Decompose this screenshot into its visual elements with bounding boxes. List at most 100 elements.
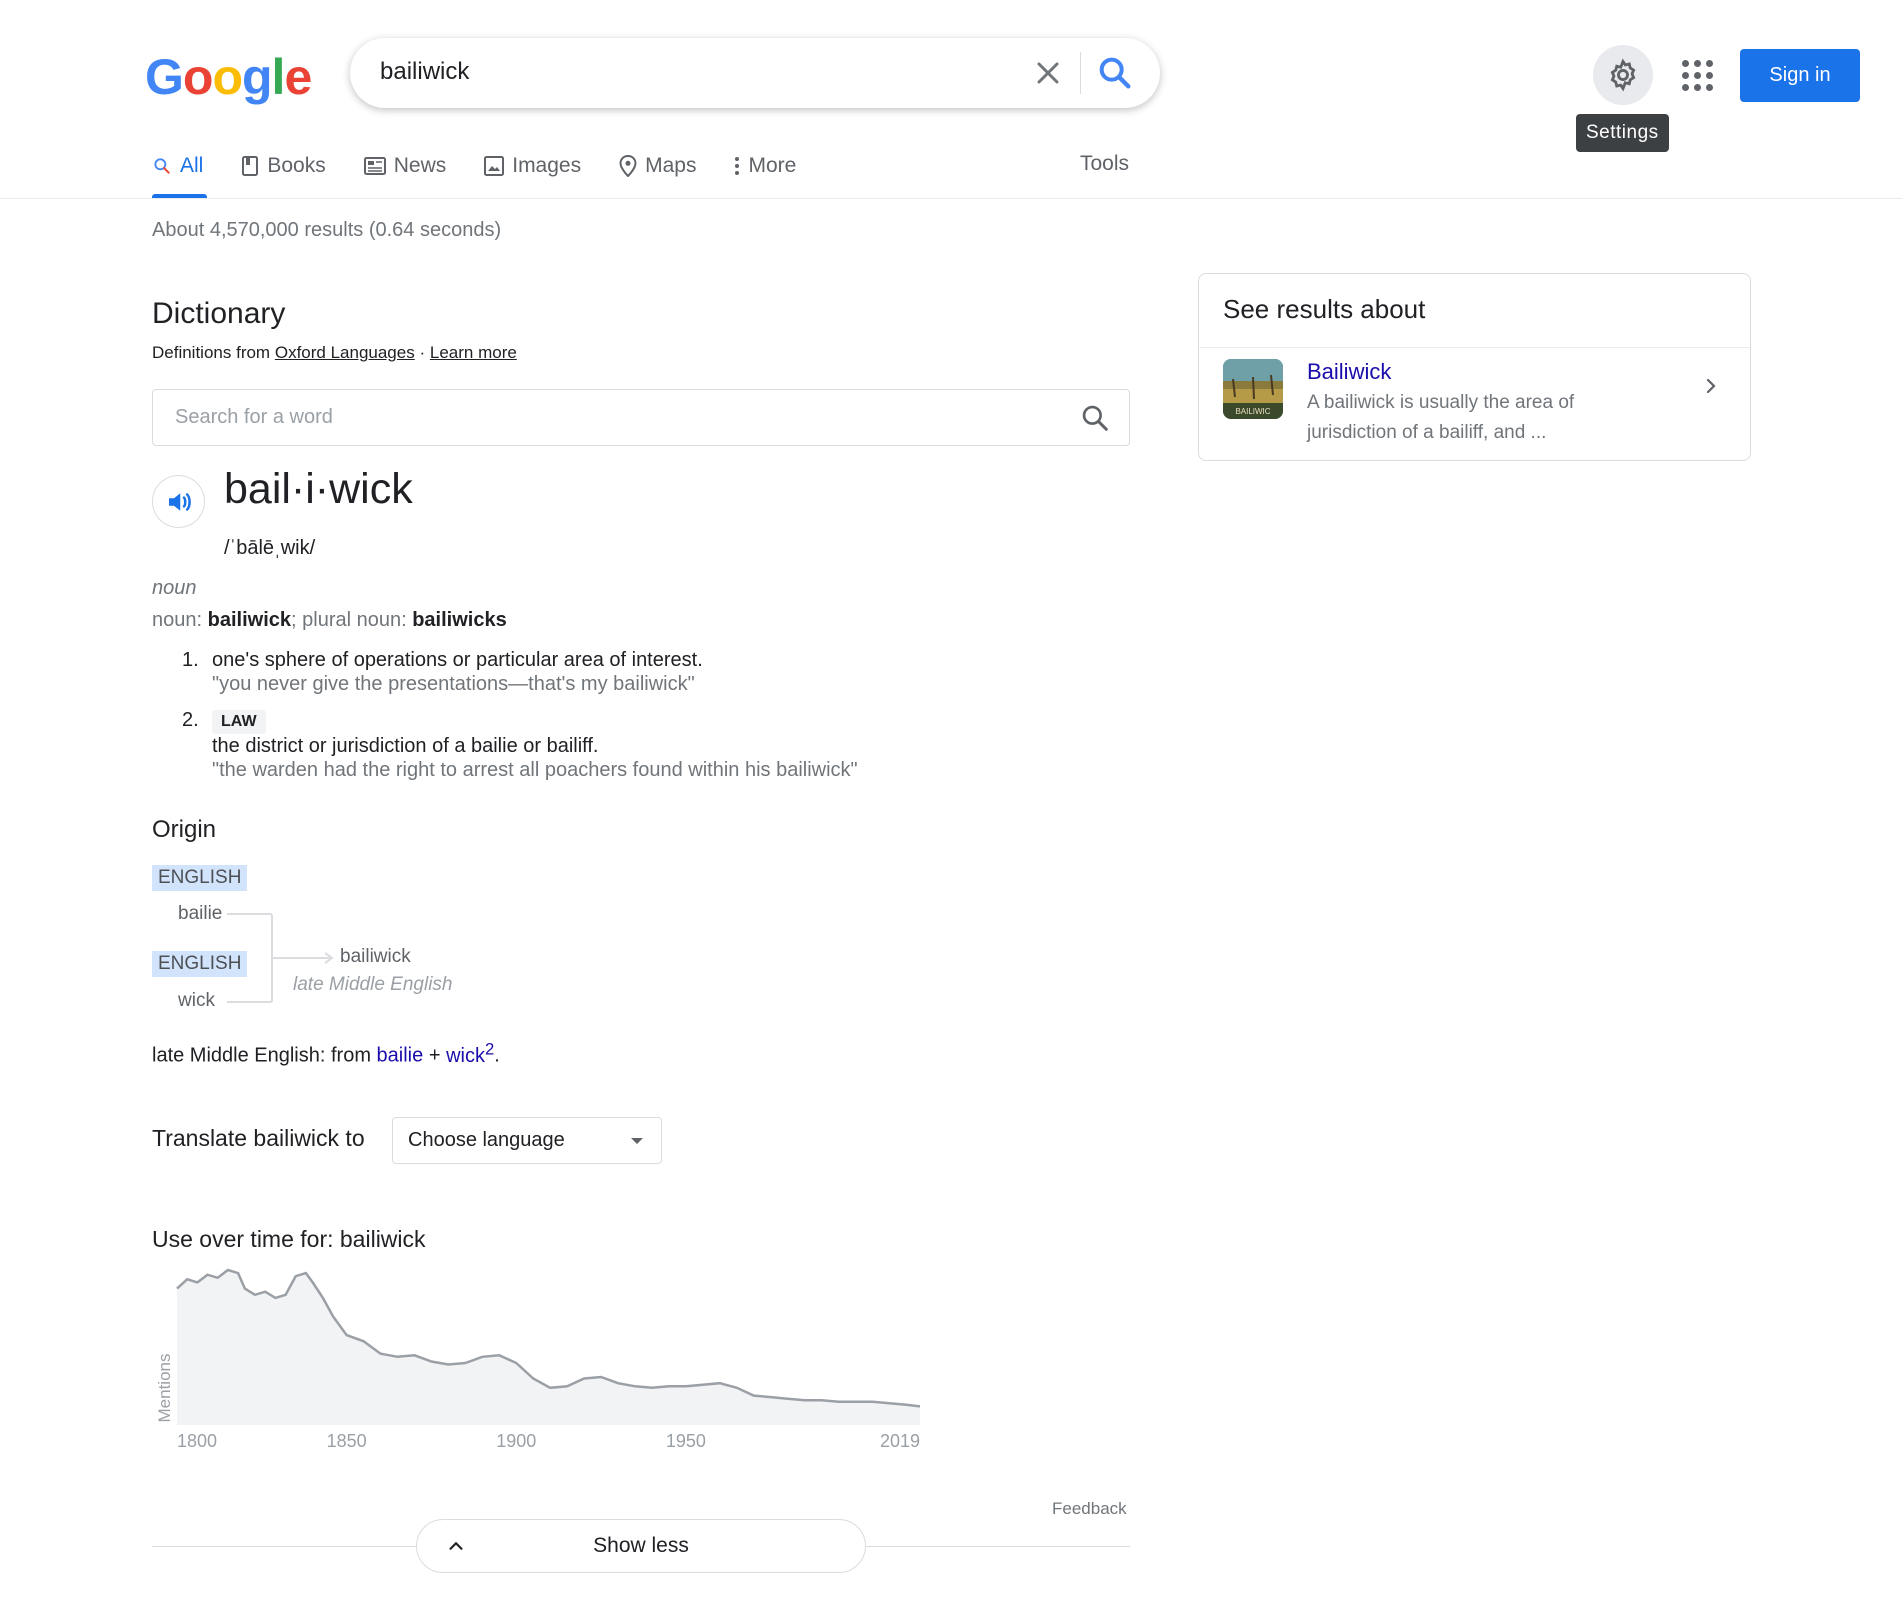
use-over-time-title: Use over time for: bailiwick [152, 1226, 426, 1252]
origin-text: late Middle English: from bailie + wick2… [152, 1039, 500, 1068]
chart-x-tick-label: 1950 [666, 1431, 706, 1450]
dictionary-title: Dictionary [152, 297, 286, 330]
book-icon [242, 156, 259, 176]
tab-label: News [393, 154, 447, 177]
more-vert-icon [735, 157, 740, 175]
oxford-languages-link[interactable]: Oxford Languages [275, 343, 415, 362]
feedback-link[interactable]: Feedback [1052, 1499, 1127, 1519]
panel-divider [1199, 347, 1750, 348]
bailiwick-result-description: A bailiwick is usually the area of juris… [1307, 392, 1575, 443]
origin-word: wick [178, 990, 215, 1011]
logo-letter: e [284, 49, 312, 105]
source-separator: · [419, 343, 426, 362]
translate-label: Translate bailiwick to [152, 1125, 365, 1151]
chevron-right-icon[interactable] [1699, 374, 1723, 403]
definition-example: "the warden had the right to arrest all … [212, 759, 858, 781]
search-input[interactable]: bailiwick [380, 58, 469, 86]
use-over-time-chart: Mentions 1800 1850 1900 1950 2019 [155, 1268, 921, 1450]
forms-plural: bailiwicks [412, 609, 507, 631]
definition-example: "you never give the presentations—that's… [212, 673, 695, 695]
tab-label: All [180, 154, 204, 177]
panel-title: See results about [1223, 294, 1426, 324]
chart-area-fill [177, 1270, 920, 1425]
forms-separator: ; [291, 609, 297, 631]
chevron-up-icon [449, 1541, 463, 1550]
header-divider [0, 198, 1902, 199]
word-search-input[interactable]: Search for a word [175, 406, 333, 429]
headword: bail·i·wick [224, 465, 413, 513]
search-icon [154, 158, 170, 174]
subject-tag: LAW [212, 710, 266, 734]
see-results-about-panel: See results about BAILIWIC Bailiwick A b… [1198, 273, 1751, 461]
chart-x-tick-label: 1900 [496, 1431, 536, 1450]
source-prefix: Definitions from [152, 343, 271, 362]
definition-text: the district or jurisdiction of a bailie… [212, 735, 599, 757]
search-tabs: All Books News Images Maps More [152, 150, 834, 198]
logo-letter: o [182, 49, 214, 105]
tab-images[interactable]: Images [484, 150, 581, 182]
bailiwick-result-link[interactable]: Bailiwick [1307, 359, 1391, 385]
settings-gear-icon[interactable] [1593, 45, 1653, 105]
google-logo[interactable]: Google [145, 48, 312, 106]
clear-icon[interactable] [1030, 55, 1066, 91]
origin-text-prefix: late Middle English: from [152, 1044, 371, 1067]
word-forms: noun: bailiwick; plural noun: bailiwicks [152, 609, 507, 632]
chart-y-axis-label: Mentions [155, 1354, 174, 1423]
origin-superscript: 2 [484, 1039, 495, 1058]
logo-letter: G [145, 49, 184, 105]
definition-number: 1. [182, 649, 199, 671]
origin-title: Origin [152, 816, 217, 843]
tab-maps[interactable]: Maps [619, 150, 696, 182]
definition-number: 2. [182, 709, 199, 731]
logo-letter: l [271, 49, 286, 105]
apps-grid-icon[interactable] [1670, 50, 1720, 100]
tab-news[interactable]: News [363, 150, 447, 182]
chart-x-tick-label: 1800 [177, 1431, 217, 1450]
forms-noun-label: noun: [152, 609, 203, 631]
dictionary-source: Definitions from Oxford Languages · Lear… [152, 343, 517, 363]
tools-button[interactable]: Tools [1080, 152, 1129, 176]
tab-all[interactable]: All [152, 150, 203, 182]
tab-label: Images [512, 154, 582, 177]
sign-in-button[interactable]: Sign in [1740, 49, 1860, 102]
pronunciation-speaker-icon[interactable] [152, 475, 205, 528]
word-search-box[interactable]: Search for a word [152, 389, 1130, 446]
settings-tooltip: Settings [1576, 114, 1669, 152]
origin-language-tag: ENGLISH [152, 865, 248, 891]
phonetic: /ˈbālēˌwik/ [224, 537, 316, 559]
tab-more[interactable]: More [734, 150, 796, 182]
map-pin-icon [619, 155, 637, 177]
bailiwick-thumbnail[interactable]: BAILIWIC [1223, 359, 1283, 419]
search-submit-icon[interactable] [1095, 53, 1135, 93]
news-icon [363, 157, 386, 175]
search-divider [1080, 52, 1081, 94]
logo-letter: o [212, 49, 243, 105]
origin-link-wick[interactable]: wick2 [446, 1039, 494, 1067]
search-bar[interactable]: bailiwick [350, 38, 1160, 108]
tab-books[interactable]: Books [241, 150, 326, 182]
forms-plural-label: plural noun: [302, 609, 407, 631]
dropdown-caret-icon [631, 1138, 643, 1144]
origin-link-wick-label: wick [446, 1044, 485, 1067]
origin-result-note: late Middle English [293, 974, 453, 995]
tab-label: Books [267, 154, 326, 177]
tab-label: Maps [645, 154, 697, 177]
language-select[interactable]: Choose language [392, 1117, 662, 1164]
language-select-value: Choose language [408, 1129, 565, 1151]
search-icon[interactable] [1079, 402, 1111, 434]
result-stats: About 4,570,000 results (0.64 seconds) [152, 219, 502, 241]
tab-label: More [748, 154, 797, 177]
thumbnail-text: BAILIWIC [1235, 407, 1270, 416]
origin-plus: + [428, 1044, 441, 1067]
origin-link-bailie[interactable]: bailie [377, 1045, 424, 1067]
forms-noun: bailiwick [207, 609, 291, 631]
part-of-speech: noun [152, 577, 197, 599]
definition-text: one's sphere of operations or particular… [212, 649, 703, 671]
learn-more-link[interactable]: Learn more [430, 343, 517, 362]
image-icon [484, 156, 505, 176]
show-less-label: Show less [593, 1534, 689, 1557]
show-less-button[interactable]: Show less [416, 1519, 866, 1573]
origin-word: bailie [178, 903, 223, 924]
origin-result-word: bailiwick [340, 946, 411, 967]
chart-x-tick-label: 1850 [327, 1431, 367, 1450]
